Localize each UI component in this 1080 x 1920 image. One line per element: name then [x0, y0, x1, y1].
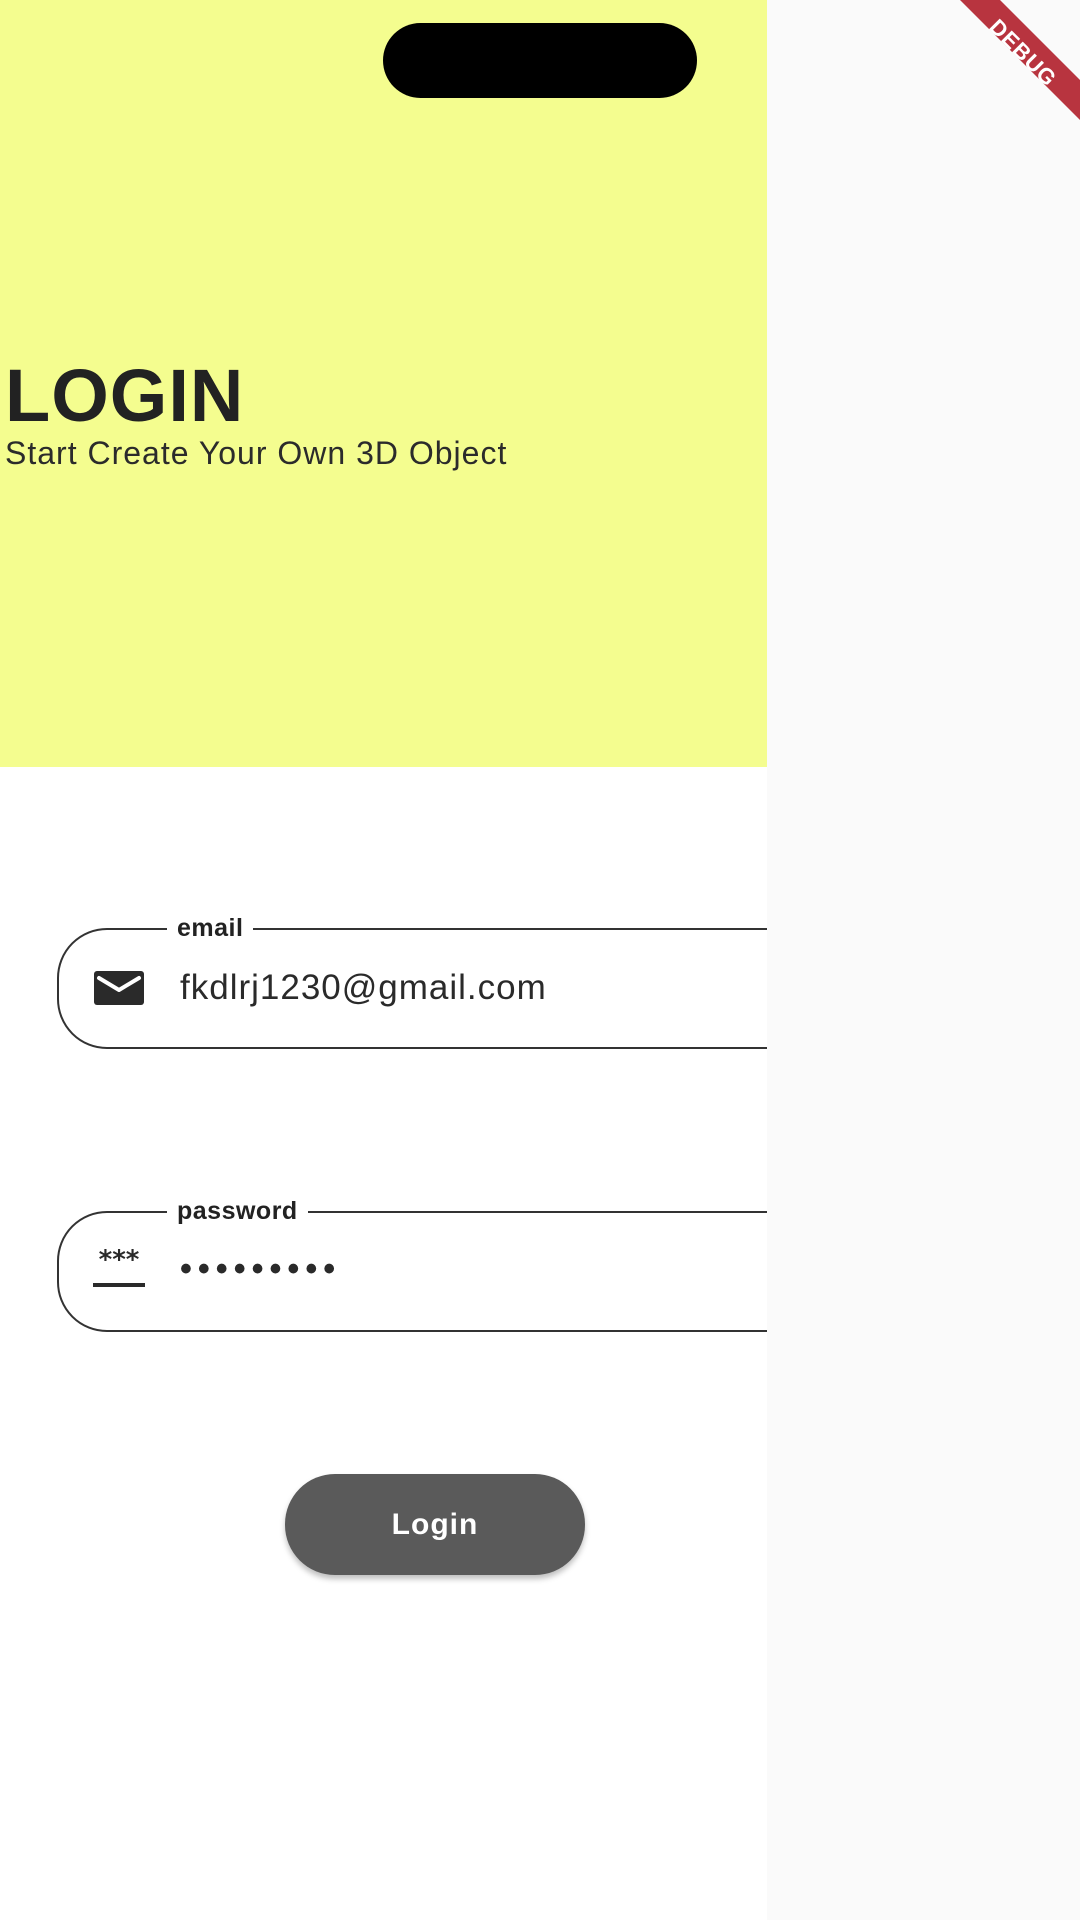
password-input[interactable]: •••••••••: [180, 1249, 341, 1289]
login-button[interactable]: Login: [285, 1474, 585, 1575]
password-stars-icon: ***: [91, 1247, 147, 1293]
email-field[interactable]: email fkdlrj1230@gmail.com: [57, 913, 767, 1049]
email-input[interactable]: fkdlrj1230@gmail.com: [180, 968, 547, 1008]
password-icon-underline: [93, 1283, 145, 1287]
camera-cutout: [383, 23, 697, 98]
page-title: LOGIN: [5, 354, 245, 437]
password-field[interactable]: password *** •••••••••: [57, 1196, 767, 1332]
email-field-label: email: [167, 913, 254, 943]
mail-icon: [93, 968, 145, 1008]
app-surface: LOGIN Start Create Your Own 3D Object em…: [0, 0, 767, 1920]
password-field-label: password: [167, 1196, 308, 1226]
header-text: LOGIN Start Create Your Own 3D Object: [5, 354, 508, 472]
debug-banner-label: DEBUG: [984, 14, 1061, 91]
password-icon-stars: ***: [98, 1245, 140, 1275]
app-screen: LOGIN Start Create Your Own 3D Object em…: [0, 0, 1080, 1920]
header-panel: LOGIN Start Create Your Own 3D Object: [0, 0, 767, 767]
debug-banner-ribbon: [960, 0, 1080, 120]
page-subtitle: Start Create Your Own 3D Object: [5, 435, 508, 471]
